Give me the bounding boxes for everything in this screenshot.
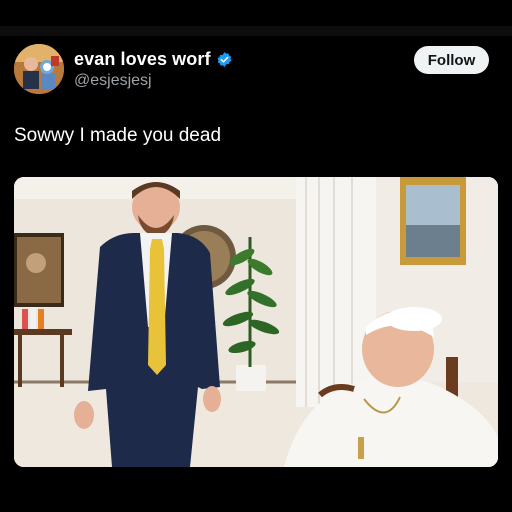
top-divider [0,26,512,36]
photo-image [14,177,498,467]
avatar[interactable] [14,44,64,94]
avatar-image [14,44,64,94]
follow-button[interactable]: Follow [414,46,489,74]
post-text: Sowwy I made you dead [14,125,222,146]
verified-badge-icon [216,52,232,67]
bottom-bar [0,492,512,512]
author-handle[interactable]: @esjesjesj [74,72,152,90]
author-name-row: evan loves worf [74,49,233,70]
post-photo[interactable] [14,177,498,467]
display-name[interactable]: evan loves worf [74,49,211,70]
